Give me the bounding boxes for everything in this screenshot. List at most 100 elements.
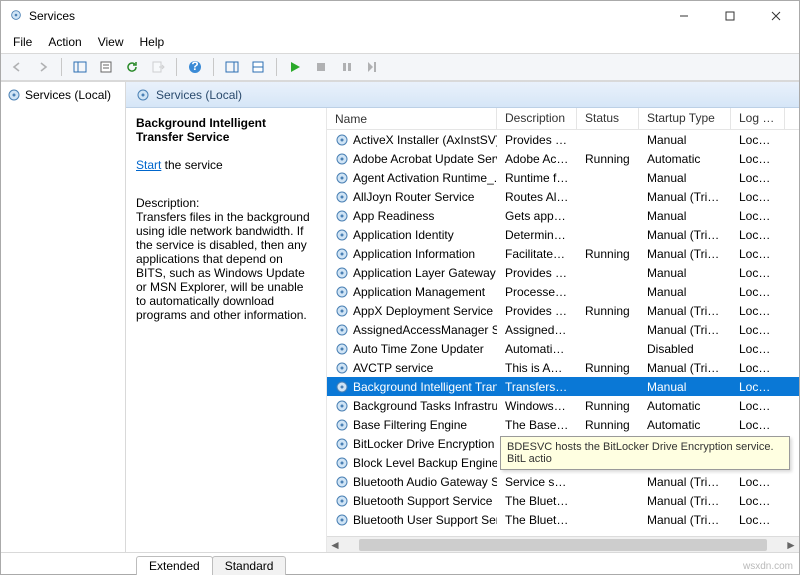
cell-name: Application Layer Gateway ... [327,265,497,281]
scroll-right-icon[interactable]: ► [783,538,799,552]
table-row[interactable]: Bluetooth Audio Gateway S...Service sup.… [327,472,799,491]
table-row[interactable]: AllJoyn Router ServiceRoutes AllJo...Man… [327,187,799,206]
table-row[interactable]: AssignedAccessManager Se...AssignedAc...… [327,320,799,339]
scroll-thumb[interactable] [359,539,767,551]
cell-status [577,215,639,217]
tree-root[interactable]: Services (Local) [3,86,123,104]
main-body: Services (Local) Services (Local) Backgr… [1,81,799,552]
table-row[interactable]: Application InformationFacilitates t...R… [327,244,799,263]
menu-file[interactable]: File [5,33,40,51]
service-icon [335,475,349,489]
cell-name: Adobe Acrobat Update Serv... [327,151,497,167]
titlebar[interactable]: Services [1,1,799,31]
table-row[interactable]: AppX Deployment Service (...Provides inf… [327,301,799,320]
cell-name: Block Level Backup Engine ... [327,455,497,471]
cell-startup: Manual (Trig... [639,303,731,319]
pause-service-button[interactable] [335,55,359,79]
right-body: Background Intelligent Transfer Service … [126,108,799,552]
col-status[interactable]: Status [577,108,639,129]
cell-logon: Local Se [731,360,785,376]
cell-logon: Local Se [731,265,785,281]
cell-description: Service sup... [497,474,577,490]
col-name[interactable]: Name [327,108,497,129]
cell-startup: Manual (Trig... [639,246,731,262]
action-pane-button[interactable] [220,55,244,79]
cell-startup: Disabled [639,341,731,357]
back-button[interactable] [5,55,29,79]
table-row[interactable]: Application IdentityDetermines ...Manual… [327,225,799,244]
service-grid: Name Description Status Startup Type Log… [326,108,799,552]
grid-rows[interactable]: ActiveX Installer (AxInstSV)Provides Us.… [327,130,799,536]
maximize-button[interactable] [707,1,753,31]
cell-startup: Automatic [639,417,731,433]
cell-name: BitLocker Drive Encryption ... [327,436,497,452]
table-row[interactable]: Background Intelligent Tran...Transfers … [327,377,799,396]
cell-description: Provides inf... [497,303,577,319]
menu-view[interactable]: View [90,33,132,51]
cell-status [577,329,639,331]
table-row[interactable]: Adobe Acrobat Update Serv...Adobe Acro..… [327,149,799,168]
help-button[interactable]: ? [183,55,207,79]
show-hide-tree-button[interactable] [68,55,92,79]
selected-service-name: Background Intelligent Transfer Service [136,116,316,144]
menu-action[interactable]: Action [40,33,89,51]
service-icon [335,247,349,261]
table-row[interactable]: Application ManagementProcesses in...Man… [327,282,799,301]
col-description[interactable]: Description [497,108,577,129]
right-header-label: Services (Local) [156,88,242,102]
table-row[interactable]: Background Tasks Infrastruc...Windows in… [327,396,799,415]
start-link[interactable]: Start [136,158,161,172]
cell-status [577,291,639,293]
export-button[interactable] [146,55,170,79]
table-row[interactable]: App ReadinessGets apps re...ManualLocal … [327,206,799,225]
properties-button[interactable] [94,55,118,79]
cell-startup: Automatic [639,151,731,167]
cell-description: Runtime for... [497,170,577,186]
cell-status [577,177,639,179]
col-startup[interactable]: Startup Type [639,108,731,129]
cell-name: Application Information [327,246,497,262]
table-row[interactable]: Agent Activation Runtime_...Runtime for.… [327,168,799,187]
table-row[interactable]: AVCTP serviceThis is Audi...RunningManua… [327,358,799,377]
cell-status: Running [577,151,639,167]
col-logon[interactable]: Log On [731,108,785,129]
forward-button[interactable] [31,55,55,79]
filter-button[interactable] [246,55,270,79]
cell-name: Background Tasks Infrastruc... [327,398,497,414]
table-row[interactable]: Bluetooth User Support Ser...The Bluetoo… [327,510,799,529]
table-row[interactable]: Bluetooth Support ServiceThe Bluetoo...M… [327,491,799,510]
cell-description: Gets apps re... [497,208,577,224]
cell-logon: Local Sy [731,322,785,338]
cell-name: AVCTP service [327,360,497,376]
service-icon [335,285,349,299]
cell-description: Routes AllJo... [497,189,577,205]
stop-service-button[interactable] [309,55,333,79]
table-row[interactable]: ActiveX Installer (AxInstSV)Provides Us.… [327,130,799,149]
minimize-button[interactable] [661,1,707,31]
table-row[interactable]: Auto Time Zone UpdaterAutomatica...Disab… [327,339,799,358]
menu-help[interactable]: Help [132,33,173,51]
restart-service-button[interactable] [361,55,385,79]
tooltip: BDESVC hosts the BitLocker Drive Encrypt… [500,436,790,470]
table-row[interactable]: Base Filtering EngineThe Base Fil...Runn… [327,415,799,434]
start-service-button[interactable] [283,55,307,79]
service-icon [335,228,349,242]
cell-description: Automatica... [497,341,577,357]
tab-extended[interactable]: Extended [136,556,213,575]
cell-logon: Local Se [731,341,785,357]
tab-standard[interactable]: Standard [212,556,287,575]
scroll-left-icon[interactable]: ◄ [327,538,343,552]
table-row[interactable]: Application Layer Gateway ...Provides su… [327,263,799,282]
description-text: Transfers files in the background using … [136,210,316,322]
horizontal-scrollbar[interactable]: ◄ ► [327,536,799,552]
tree-pane[interactable]: Services (Local) [1,82,126,552]
service-icon [335,380,349,394]
close-button[interactable] [753,1,799,31]
service-icon [335,494,349,508]
refresh-button[interactable] [120,55,144,79]
cell-description: Adobe Acro... [497,151,577,167]
cell-startup: Manual [639,170,731,186]
cell-name: Application Management [327,284,497,300]
separator [61,58,62,76]
cell-startup: Manual (Trig... [639,360,731,376]
